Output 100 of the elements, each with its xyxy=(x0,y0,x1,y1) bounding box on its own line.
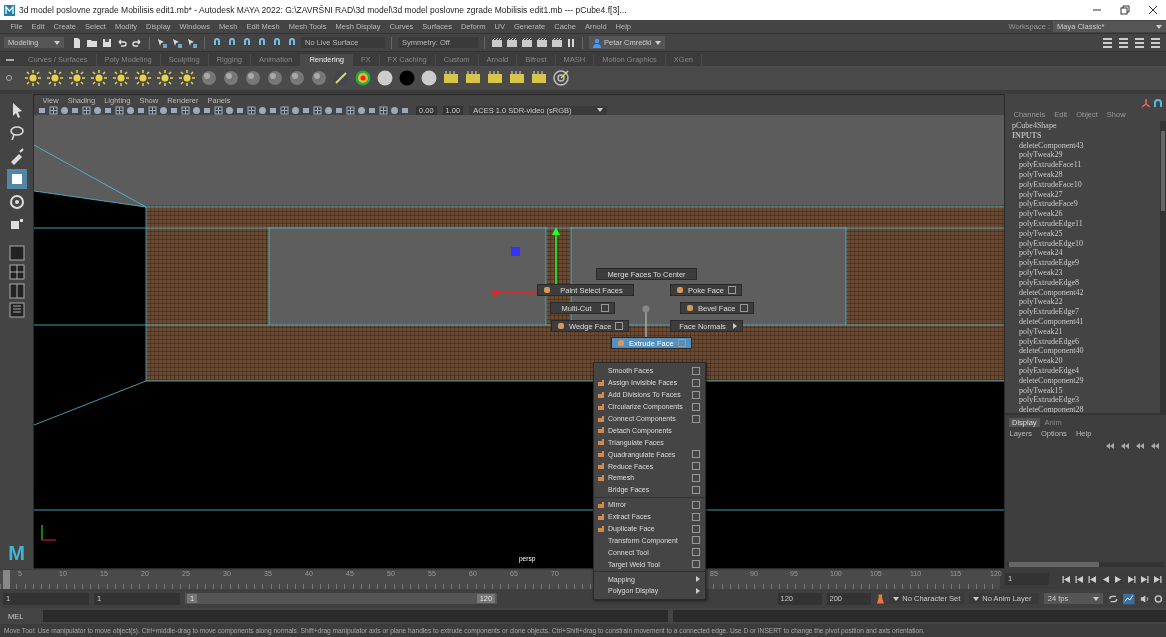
option-box[interactable] xyxy=(692,548,700,557)
four-layout-icon[interactable] xyxy=(8,264,25,280)
light-icon[interactable] xyxy=(134,69,152,87)
sphere-icon[interactable] xyxy=(420,69,438,87)
light-icon[interactable] xyxy=(156,69,174,87)
light-icon[interactable] xyxy=(90,69,108,87)
layer-arrow-icon[interactable] xyxy=(1135,442,1145,450)
input-node[interactable]: polyExtrudeEdge4 xyxy=(1012,365,1160,376)
input-node[interactable]: polyExtrudeFace9 xyxy=(1012,199,1160,210)
grid-icon[interactable] xyxy=(247,105,256,115)
step-forward-icon[interactable] xyxy=(1127,574,1136,584)
command-input-field[interactable] xyxy=(43,610,668,622)
shading-icon[interactable] xyxy=(324,105,333,115)
option-box[interactable] xyxy=(692,366,700,375)
option-box[interactable] xyxy=(601,304,609,312)
sphere-icon[interactable] xyxy=(222,69,240,87)
layer-arrow-icon[interactable] xyxy=(1105,442,1115,450)
scrollbar[interactable] xyxy=(1007,562,1164,567)
option-box[interactable] xyxy=(727,286,736,294)
input-node[interactable]: polyTweak24 xyxy=(1012,248,1160,259)
input-node[interactable]: polyTweak29 xyxy=(1012,150,1160,161)
camera-icon[interactable] xyxy=(104,105,113,115)
grid-icon[interactable] xyxy=(82,105,91,115)
side-layout-icon[interactable] xyxy=(8,283,25,299)
input-node[interactable]: polyExtrudeEdge8 xyxy=(1012,277,1160,288)
input-node[interactable]: polyTweak15 xyxy=(1012,385,1160,396)
shading-icon[interactable] xyxy=(390,105,399,115)
grid-icon[interactable] xyxy=(115,105,124,115)
single-layout-icon[interactable] xyxy=(8,245,25,261)
light-icon[interactable] xyxy=(178,69,196,87)
select-icon[interactable] xyxy=(171,36,183,49)
light-icon[interactable] xyxy=(24,69,42,87)
grid-icon[interactable] xyxy=(148,105,157,115)
pause-icon[interactable] xyxy=(566,36,576,49)
shading-icon[interactable] xyxy=(159,105,168,115)
input-node[interactable]: polyTweak26 xyxy=(1012,209,1160,219)
render-icon[interactable] xyxy=(491,36,503,49)
magnet-icon[interactable] xyxy=(1153,98,1163,108)
input-node[interactable]: polyTweak25 xyxy=(1012,228,1160,239)
grid-icon[interactable] xyxy=(280,105,289,115)
option-box[interactable] xyxy=(692,473,700,482)
option-box[interactable] xyxy=(692,390,700,399)
input-node[interactable]: deleteComponent28 xyxy=(1012,405,1160,415)
grid-icon[interactable] xyxy=(49,105,58,115)
speaker-icon[interactable] xyxy=(1139,593,1150,604)
sphere-icon[interactable] xyxy=(200,69,218,87)
shading-icon[interactable] xyxy=(258,105,267,115)
option-box[interactable] xyxy=(692,536,700,545)
shading-icon[interactable] xyxy=(357,105,366,115)
file-icon[interactable] xyxy=(71,36,83,49)
grid-icon[interactable] xyxy=(214,105,223,115)
sphere-icon[interactable] xyxy=(244,69,262,87)
input-node[interactable]: deleteComponent42 xyxy=(1012,287,1160,298)
input-node[interactable]: polyTweak23 xyxy=(1012,267,1160,278)
play-icon[interactable] xyxy=(1114,574,1123,584)
option-box[interactable] xyxy=(692,450,700,459)
input-node[interactable]: polyTweak28 xyxy=(1012,170,1160,180)
sphere-icon[interactable] xyxy=(354,69,372,87)
sphere-icon[interactable] xyxy=(376,69,394,87)
shading-icon[interactable] xyxy=(192,105,201,115)
option-box[interactable] xyxy=(692,500,700,509)
node-name[interactable]: pCube4Shape xyxy=(1012,121,1160,131)
step-back-icon[interactable] xyxy=(1088,574,1097,584)
camera-icon[interactable] xyxy=(269,105,278,115)
camera-icon[interactable] xyxy=(368,105,377,115)
select-icon[interactable] xyxy=(156,36,168,49)
current-frame-marker[interactable] xyxy=(3,569,10,589)
loop-icon[interactable] xyxy=(1107,593,1119,604)
option-box[interactable] xyxy=(692,560,700,569)
option-box[interactable] xyxy=(739,304,748,312)
step-back-key-icon[interactable] xyxy=(1075,574,1084,584)
graph-icon[interactable] xyxy=(1123,592,1135,605)
play-back-icon[interactable] xyxy=(1101,574,1110,584)
character-icon[interactable] xyxy=(875,592,885,605)
camera-icon[interactable] xyxy=(137,105,146,115)
sphere-icon[interactable] xyxy=(332,69,350,87)
camera-icon[interactable] xyxy=(236,105,245,115)
sphere-icon[interactable] xyxy=(310,69,328,87)
target-icon[interactable] xyxy=(552,69,570,87)
option-box[interactable] xyxy=(692,414,700,423)
option-box[interactable] xyxy=(692,462,700,471)
input-node[interactable]: polyTweak27 xyxy=(1012,189,1160,200)
input-node[interactable]: deleteComponent43 xyxy=(1012,140,1160,151)
input-node[interactable]: polyTweak22 xyxy=(1012,297,1160,308)
shading-icon[interactable] xyxy=(93,105,102,115)
camera-icon[interactable] xyxy=(170,105,179,115)
input-node[interactable]: polyExtrudeEdge7 xyxy=(1012,307,1160,317)
move-tool-icon[interactable] xyxy=(6,169,27,189)
shading-icon[interactable] xyxy=(291,105,300,115)
input-node[interactable]: polyExtrudeEdge10 xyxy=(1012,238,1160,249)
step-forward-key-icon[interactable] xyxy=(1140,574,1149,584)
settings-icon[interactable] xyxy=(1154,593,1163,604)
sphere-icon[interactable] xyxy=(288,69,306,87)
restore-icon[interactable] xyxy=(1120,5,1130,15)
input-node[interactable]: deleteComponent41 xyxy=(1012,316,1160,327)
input-node[interactable]: deleteComponent29 xyxy=(1012,375,1160,386)
render-icon[interactable] xyxy=(506,36,518,49)
option-box[interactable] xyxy=(692,512,700,521)
shading-icon[interactable] xyxy=(225,105,234,115)
camera-icon[interactable] xyxy=(335,105,344,115)
